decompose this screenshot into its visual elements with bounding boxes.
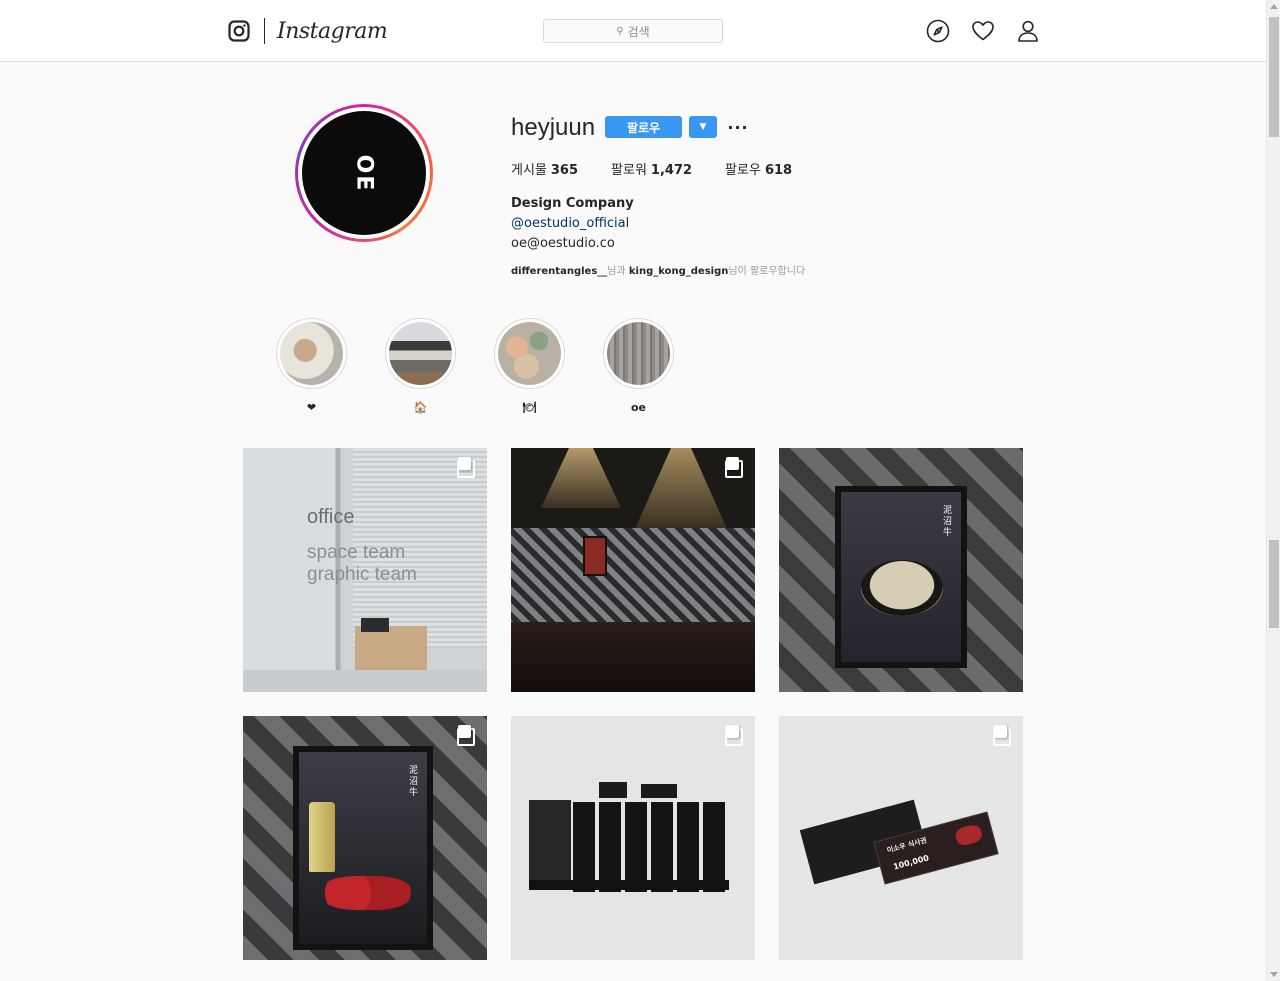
post-grid: office space team graphic team 泥沼牛 泥沼牛 이… xyxy=(243,448,1023,960)
post-thumbnail[interactable] xyxy=(511,716,755,960)
person-icon[interactable] xyxy=(1015,18,1041,44)
logo[interactable]: Instagram xyxy=(228,17,388,45)
followed-by-user-1[interactable]: differentangles__ xyxy=(511,266,607,277)
ticket-title: 이소우 식사권 xyxy=(886,836,928,855)
carousel-icon xyxy=(725,457,743,478)
profile-username: heyjuun xyxy=(511,114,596,141)
camera-icon[interactable] xyxy=(228,20,250,42)
highlight-label: ❤ xyxy=(306,401,317,414)
stat-value: 618 xyxy=(764,163,793,178)
scrollbar-track-mark xyxy=(1269,540,1279,628)
stat-label: 팔로워 xyxy=(611,163,647,178)
carousel-icon xyxy=(457,725,475,746)
story-highlights: ❤ 🏠 🍽 oe xyxy=(276,318,674,415)
top-nav: Instagram ⚲ 검색 xyxy=(0,0,1266,62)
highlight-item[interactable]: 🏠 xyxy=(385,318,456,415)
scrollbar[interactable] xyxy=(1266,0,1280,981)
highlight-label: oe xyxy=(630,401,647,414)
avatar-logo-text: OE xyxy=(351,154,377,192)
scrollbar-thumb[interactable] xyxy=(1269,17,1279,137)
heart-icon[interactable] xyxy=(970,18,996,44)
search-placeholder: 검색 xyxy=(627,24,650,39)
profile-stats: 게시물 365 팔로워 1,472 팔로우 618 xyxy=(511,159,825,178)
bio-handle-link[interactable]: @oestudio_official xyxy=(511,214,634,234)
poster-kanji: 泥沼牛 xyxy=(943,506,953,538)
highlight-item[interactable]: ❤ xyxy=(276,318,347,415)
scroll-down-arrow[interactable] xyxy=(1270,972,1278,977)
post-thumbnail[interactable] xyxy=(511,448,755,692)
carousel-icon xyxy=(457,457,475,478)
stat-posts: 게시물 365 xyxy=(511,159,578,178)
avatar: OE xyxy=(302,111,426,235)
highlight-cover xyxy=(389,322,452,385)
post-image-text: office space team graphic team xyxy=(307,506,417,585)
ticket-value: 100,000 xyxy=(892,853,930,872)
stat-followers[interactable]: 팔로워 1,472 xyxy=(611,159,692,178)
avatar-story-ring[interactable]: OE xyxy=(295,104,433,242)
stat-label: 게시물 xyxy=(511,163,547,178)
highlight-cover xyxy=(498,322,561,385)
followed-by-connector: 님과 xyxy=(607,266,629,277)
highlight-cover xyxy=(280,322,343,385)
compass-icon[interactable] xyxy=(925,18,951,44)
highlight-label: 🍽 xyxy=(522,401,537,414)
post-thumbnail[interactable]: office space team graphic team xyxy=(243,448,487,692)
stat-value: 1,472 xyxy=(650,163,693,178)
stat-value: 365 xyxy=(550,163,579,178)
post-thumbnail[interactable]: 泥沼牛 xyxy=(779,448,1023,692)
stat-label: 팔로우 xyxy=(725,163,761,178)
more-options-button[interactable]: ··· xyxy=(727,116,747,138)
carousel-icon xyxy=(725,725,743,746)
stat-following[interactable]: 팔로우 618 xyxy=(725,159,792,178)
search-icon: ⚲ xyxy=(616,25,624,37)
nav-icons xyxy=(925,18,1041,44)
highlight-item[interactable]: oe xyxy=(603,318,674,415)
post-thumbnail[interactable]: 이소우 식사권 100,000 xyxy=(779,716,1023,960)
instagram-wordmark[interactable]: Instagram xyxy=(277,19,388,44)
follow-button[interactable]: 팔로우 xyxy=(605,116,682,138)
bio-email: oe@oestudio.co xyxy=(511,236,615,251)
followed-by-text: differentangles__님과 king_kong_design님이 팔… xyxy=(511,262,805,277)
highlight-item[interactable]: 🍽 xyxy=(494,318,565,415)
carousel-icon xyxy=(993,725,1011,746)
highlight-label: 🏠 xyxy=(413,401,428,414)
bio-name: Design Company xyxy=(511,196,634,211)
logo-divider xyxy=(264,18,265,44)
scroll-up-arrow[interactable] xyxy=(1270,4,1278,9)
poster-kanji: 泥沼牛 xyxy=(409,766,419,798)
suggested-dropdown-button[interactable]: ▼ xyxy=(689,116,717,138)
followed-by-user-2[interactable]: king_kong_design xyxy=(629,266,728,277)
highlight-cover xyxy=(607,322,670,385)
profile-bio: Design Company @oestudio_official oe@oes… xyxy=(511,194,634,254)
search-input[interactable]: ⚲ 검색 xyxy=(543,19,723,43)
post-thumbnail[interactable]: 泥沼牛 xyxy=(243,716,487,960)
followed-by-tail: 님이 팔로우합니다 xyxy=(728,266,806,277)
